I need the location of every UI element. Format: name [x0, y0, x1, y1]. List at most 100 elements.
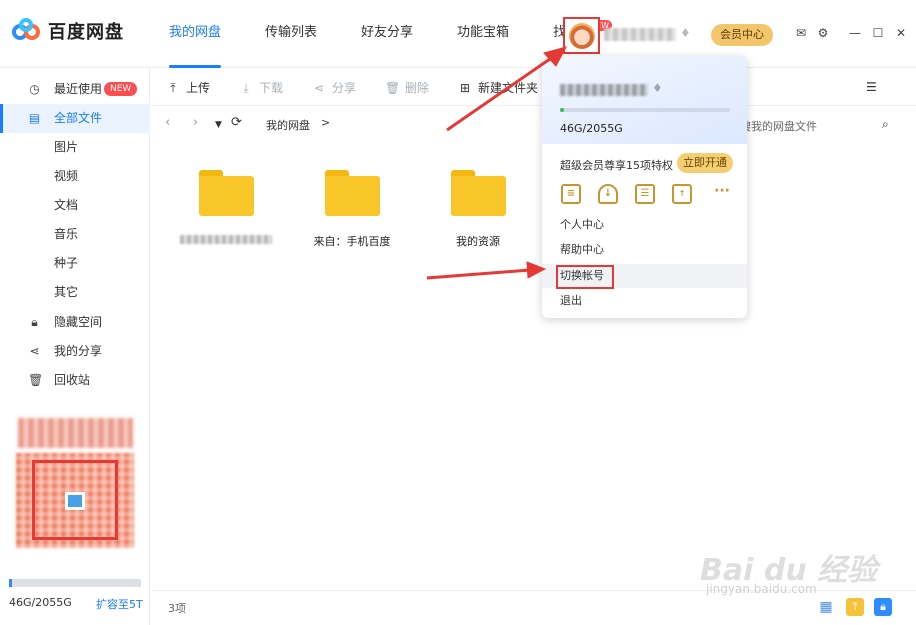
folder-icon	[450, 170, 506, 216]
promo-banner-blurred[interactable]	[18, 418, 133, 448]
upload-20g-icon[interactable]: ↑	[672, 184, 692, 204]
sidebar-item-label: 音乐	[54, 227, 79, 241]
toolbar: ⤒ 上传 ⤓ 下载 ⋖ 分享 🗑︎ 删除 ⊞ 新建文件夹	[151, 68, 916, 106]
file-icon: ▤	[28, 111, 41, 125]
tab-friend-share[interactable]: 好友分享	[347, 0, 427, 68]
upload-label: 上传	[186, 81, 211, 95]
menu-help-center[interactable]: 帮助中心	[542, 238, 747, 262]
sidebar: ◷ 最近使用 NEW ▤ 全部文件 图片 视频 文档 音乐 种子 其它 🔒︎ 隐…	[0, 68, 150, 625]
storage-text: 46G/2055G	[9, 596, 72, 609]
app-name: 百度网盘	[48, 22, 124, 43]
diamond-icon: ♦	[652, 81, 663, 95]
sidebar-item-torrents[interactable]: 种子	[0, 249, 150, 278]
sidebar-item-other[interactable]: 其它	[0, 278, 150, 307]
back-icon[interactable]: ‹	[165, 116, 170, 130]
search-input[interactable]: 搜我的网盘文件	[740, 118, 817, 134]
forward-icon[interactable]: ›	[193, 116, 198, 130]
sidebar-item-recent[interactable]: ◷ 最近使用 NEW	[0, 75, 150, 104]
tab-my-netdisk[interactable]: 我的网盘	[155, 0, 235, 68]
sidebar-item-label: 我的分享	[54, 344, 103, 358]
new-folder-button[interactable]: ⊞ 新建文件夹	[458, 79, 538, 96]
download-icon: ⤓	[243, 80, 249, 95]
document-icon[interactable]: ☰	[635, 184, 655, 204]
speed-icon[interactable]: ≡	[561, 184, 581, 204]
new-folder-icon: ⊞	[459, 80, 471, 95]
close-icon[interactable]: ✕	[894, 26, 908, 40]
sidebar-item-label: 全部文件	[54, 111, 103, 125]
lock-float-icon[interactable]: 🔒︎	[874, 598, 892, 616]
folder-label-blurred	[180, 235, 272, 244]
sidebar-item-music[interactable]: 音乐	[0, 220, 150, 249]
lock-icon: 🔒︎	[31, 315, 38, 329]
sidebar-item-label: 其它	[54, 285, 79, 299]
history-dropdown-icon[interactable]: ▼	[215, 118, 222, 132]
storage-bar-fill	[560, 108, 564, 112]
more-icon[interactable]: ···	[712, 184, 732, 204]
refresh-icon[interactable]: ⟳	[231, 116, 242, 130]
main-nav: 我的网盘 传输列表 好友分享 功能宝箱 找资源 NEW	[155, 0, 613, 68]
folder-label: 我的资源	[456, 235, 500, 248]
download-label: 下载	[259, 81, 284, 95]
maximize-icon[interactable]: ☐	[871, 26, 885, 40]
username-blurred[interactable]	[604, 28, 676, 41]
watermark-url: jingyan.baidu.com	[706, 582, 817, 596]
menu-personal-center[interactable]: 个人中心	[542, 213, 747, 237]
sidebar-item-hidden-space[interactable]: 🔒︎ 隐藏空间	[0, 308, 150, 337]
download-button[interactable]: ⤓ 下载	[239, 79, 283, 96]
username-blurred	[560, 84, 648, 96]
folder-label: 来自：手机百度	[313, 235, 391, 248]
sort-icon[interactable]: ☰	[866, 80, 882, 94]
item-count: 3项	[168, 602, 186, 615]
minimize-icon[interactable]: —	[848, 26, 862, 40]
delete-button[interactable]: 🗑︎ 删除	[385, 79, 429, 96]
folder-item[interactable]: 我的资源	[428, 170, 528, 249]
storage-bar	[9, 579, 141, 587]
sidebar-item-all-files[interactable]: ▤ 全部文件	[0, 104, 150, 133]
avatar-button[interactable]	[563, 17, 600, 54]
share-icon: ⋖	[313, 80, 325, 95]
search-icon[interactable]: ⌕	[882, 117, 896, 131]
folder-item[interactable]: 来自：手机百度	[302, 170, 402, 249]
download-boost-icon[interactable]: ↓	[598, 184, 618, 204]
tab-toolbox[interactable]: 功能宝箱	[443, 0, 523, 68]
settings-icon[interactable]: ⚙	[816, 26, 830, 40]
new-folder-label: 新建文件夹	[478, 81, 539, 95]
folder-item[interactable]	[176, 170, 276, 244]
avatar	[568, 22, 595, 49]
sidebar-item-recycle-bin[interactable]: 🗑︎ 回收站	[0, 366, 150, 395]
upload-button[interactable]: ⤒ 上传	[166, 79, 210, 96]
sidebar-item-my-shares[interactable]: ⋖ 我的分享	[0, 337, 150, 366]
folder-icon	[198, 170, 254, 216]
mail-icon[interactable]: ✉	[794, 26, 808, 40]
clock-icon: ◷	[29, 82, 40, 96]
sidebar-item-label: 文档	[54, 198, 79, 212]
storage-bar-fill	[9, 579, 12, 587]
vip-promo-text: 超级会员尊享15项特权	[560, 159, 673, 172]
baidu-netdisk-logo-icon	[12, 18, 42, 44]
storage-bar	[560, 108, 730, 112]
sidebar-item-images[interactable]: 图片	[0, 133, 150, 162]
qr-center-logo	[65, 492, 85, 510]
app-logo[interactable]: 百度网盘	[12, 18, 124, 44]
breadcrumb[interactable]: 我的网盘	[266, 117, 310, 133]
top-bar: 百度网盘 我的网盘 传输列表 好友分享 功能宝箱 找资源 NEW ♦ 会员中心 …	[0, 0, 916, 68]
expand-storage-link[interactable]: 扩容至5T	[96, 596, 143, 612]
grid-view-icon[interactable]: ▦	[817, 598, 835, 616]
upload-icon: ⤒	[170, 80, 176, 95]
storage-text: 46G/2055G	[560, 122, 623, 135]
sidebar-item-label: 图片	[54, 140, 79, 154]
breadcrumb-separator: >	[321, 116, 331, 129]
sidebar-item-label: 视频	[54, 169, 79, 183]
share-button[interactable]: ⋖ 分享	[312, 79, 356, 96]
sidebar-item-label: 隐藏空间	[54, 315, 103, 329]
upload-float-icon[interactable]: ⤒	[846, 598, 864, 616]
sidebar-item-label: 种子	[54, 256, 79, 270]
open-vip-button[interactable]: 立即开通	[677, 153, 733, 173]
delete-label: 删除	[405, 81, 430, 95]
tab-transfer-list[interactable]: 传输列表	[251, 0, 331, 68]
sidebar-item-videos[interactable]: 视频	[0, 162, 150, 191]
menu-logout[interactable]: 退出	[542, 289, 747, 313]
vip-center-button[interactable]: 会员中心	[711, 24, 773, 46]
sidebar-item-label: 最近使用	[54, 82, 103, 96]
sidebar-item-documents[interactable]: 文档	[0, 191, 150, 220]
